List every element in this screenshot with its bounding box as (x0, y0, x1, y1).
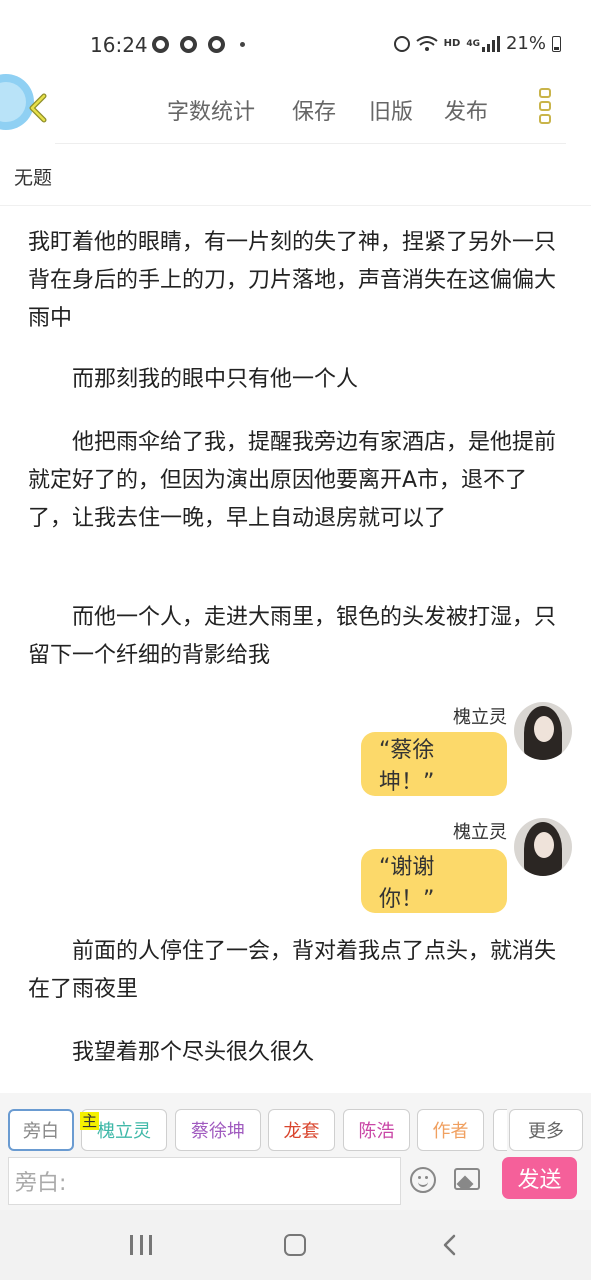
signal-icon (481, 35, 500, 52)
story-paragraph: 我盯着他的眼睛，有一片刻的失了神，捏紧了另外一只背在身后的手上的刀，刀片落地，声… (28, 230, 557, 331)
role-chip-chen-hao[interactable]: 陈浩 (343, 1109, 410, 1151)
home-icon[interactable] (284, 1234, 306, 1256)
recent-apps-icon[interactable] (130, 1235, 152, 1255)
story-paragraph: 而那刻我的眼中只有他一个人 (72, 367, 359, 392)
save-button[interactable]: 保存 (292, 94, 336, 126)
story-paragraph: 他把雨伞给了我，提醒我旁边有家酒店，是他提前就定好了的，但因为演出原因他要离开A… (28, 430, 557, 531)
notification-icon (152, 36, 169, 53)
title-divider (0, 205, 591, 206)
publish-button[interactable]: 发布 (444, 94, 488, 126)
host-badge: 主 (80, 1112, 100, 1130)
role-chip-narrator[interactable]: 旁白 (8, 1109, 74, 1151)
battery-percentage: 21% (505, 33, 546, 54)
role-chip-overflow[interactable] (493, 1109, 507, 1151)
speaker-avatar[interactable] (514, 702, 572, 760)
dialog-bubble[interactable]: “谢谢你！” (361, 849, 507, 913)
status-bar: 16:24 HD 4G 21% (0, 0, 591, 80)
hd-label: HD (443, 38, 461, 49)
battery-icon (552, 35, 561, 52)
more-roles-button[interactable]: 更多 (509, 1109, 583, 1151)
notification-icon (208, 36, 225, 53)
story-paragraph: 而他一个人，走进大雨里，银色的头发被打湿，只留下一个纤细的背影给我 (28, 605, 557, 668)
role-chip-cai-xukun[interactable]: 蔡徐坤 (175, 1109, 261, 1151)
story-paragraph: 前面的人停住了一会，背对着我点了点头，就消失在了雨夜里 (28, 939, 557, 1002)
old-version-button[interactable]: 旧版 (369, 94, 413, 126)
header-divider (55, 143, 566, 144)
story-paragraph: 我望着那个尽头很久很久 (72, 1040, 315, 1065)
notification-icon (180, 36, 197, 53)
more-options-icon[interactable] (534, 88, 556, 130)
message-input[interactable]: 旁白: (8, 1157, 401, 1205)
more-notifications-icon (240, 42, 245, 47)
document-title[interactable]: 无题 (14, 163, 52, 190)
dialog-speaker-name: 槐立灵 (453, 707, 507, 728)
dialog-speaker-name: 槐立灵 (453, 822, 507, 843)
dialog-bubble[interactable]: “蔡徐坤！” (361, 732, 507, 796)
emoji-icon[interactable] (410, 1167, 436, 1193)
back-arrow-icon[interactable] (22, 90, 58, 126)
signal-type-label: 4G (466, 38, 480, 49)
role-chip-extra[interactable]: 龙套 (268, 1109, 335, 1151)
status-time: 16:24 (90, 33, 148, 57)
status-indicators: HD 4G 21% (393, 33, 561, 54)
image-icon[interactable] (454, 1168, 480, 1190)
send-button[interactable]: 发送 (502, 1157, 577, 1199)
word-count-button[interactable]: 字数统计 (167, 94, 255, 126)
system-back-icon[interactable] (440, 1234, 460, 1256)
wifi-icon (416, 35, 438, 51)
role-chip-author[interactable]: 作者 (417, 1109, 484, 1151)
alarm-icon (393, 35, 410, 52)
speaker-avatar[interactable] (514, 818, 572, 876)
